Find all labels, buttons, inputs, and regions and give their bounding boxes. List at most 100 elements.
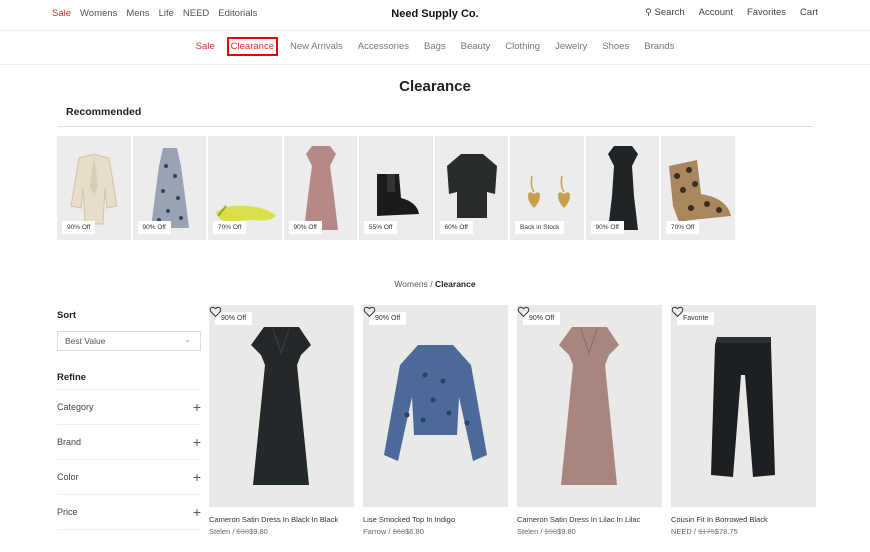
- product-image[interactable]: 90% Off: [517, 305, 662, 507]
- search-icon: ⚲: [645, 7, 652, 17]
- subnav-shoes[interactable]: Shoes: [599, 37, 632, 56]
- sale-price: $9.80: [249, 527, 268, 536]
- recommended-item[interactable]: 90% Off: [585, 136, 659, 240]
- original-price: $98: [544, 527, 558, 536]
- subnav-clothing[interactable]: Clothing: [502, 37, 543, 56]
- discount-badge: 60% Off: [439, 221, 473, 234]
- sort-select[interactable]: Best Value ⌄: [57, 331, 201, 351]
- product-brand: Stelen: [517, 527, 539, 536]
- recommended-item[interactable]: 60% Off: [434, 136, 508, 240]
- header-divider: [0, 30, 870, 31]
- product-grid: 90% Off Cameron Satin Dress In Black In …: [209, 305, 816, 536]
- product-card[interactable]: 90% Off Lise Smocked Top In Indigo Farro…: [363, 305, 508, 536]
- recommended-item[interactable]: Back in Stock: [510, 136, 584, 240]
- sub-nav: Sale Clearance New Arrivals Accessories …: [0, 37, 870, 56]
- product-meta: Stelen / $98$9.80: [517, 527, 576, 536]
- page-title: Clearance: [399, 78, 471, 95]
- breadcrumb-womens[interactable]: Womens: [394, 279, 427, 289]
- filter-sidebar: Sort Best Value ⌄ Refine Category + Brand…: [57, 310, 201, 530]
- search-button[interactable]: ⚲ Search: [645, 7, 684, 18]
- recommended-item[interactable]: 90% Off: [283, 136, 357, 240]
- product-brand: NEED: [671, 527, 692, 536]
- facet-label: Price: [57, 507, 78, 517]
- refine-heading: Refine: [57, 372, 87, 383]
- plus-icon: +: [192, 434, 201, 450]
- breadcrumb-current: Clearance: [434, 279, 476, 289]
- plus-icon: +: [192, 399, 201, 415]
- subnav-brands[interactable]: Brands: [641, 37, 677, 56]
- facet-color[interactable]: Color +: [57, 460, 201, 495]
- nav-womens[interactable]: Womens: [80, 8, 117, 19]
- facet-category[interactable]: Category +: [57, 390, 201, 425]
- heart-icon[interactable]: [517, 305, 530, 318]
- discount-badge: 55% Off: [364, 221, 398, 234]
- product-card[interactable]: 90% Off Cameron Satin Dress In Black In …: [209, 305, 354, 536]
- utility-nav: ⚲ Search Account Favorites Cart: [645, 7, 818, 18]
- nav-sale[interactable]: Sale: [52, 8, 71, 19]
- nav-need[interactable]: NEED: [183, 8, 209, 19]
- sort-value: Best Value: [65, 336, 106, 346]
- original-price: $98: [236, 527, 250, 536]
- recommended-item[interactable]: 70% Off: [208, 136, 282, 240]
- recommended-heading: Recommended: [66, 106, 142, 118]
- original-price: $175: [698, 527, 715, 536]
- breadcrumb: Womens / Clearance: [0, 279, 870, 289]
- heart-icon[interactable]: [671, 305, 684, 318]
- lilac-dress-image: [559, 327, 619, 485]
- discount-badge: 90% Off: [137, 221, 171, 234]
- nav-life[interactable]: Life: [159, 8, 174, 19]
- facet-brand[interactable]: Brand +: [57, 425, 201, 460]
- subnav-jewelry[interactable]: Jewelry: [552, 37, 590, 56]
- discount-badge: 90% Off: [62, 221, 96, 234]
- cart-link[interactable]: Cart: [800, 7, 818, 18]
- product-name[interactable]: Cameron Satin Dress In Lilac In Lilac: [517, 515, 662, 524]
- subnav-accessories[interactable]: Accessories: [355, 37, 412, 56]
- subnav-beauty[interactable]: Beauty: [458, 37, 494, 56]
- product-card[interactable]: Favorite Cousin Fit In Borrowed Black NE…: [671, 305, 816, 536]
- sale-price: $6.80: [405, 527, 424, 536]
- subnav-new-arrivals[interactable]: New Arrivals: [287, 37, 346, 56]
- favorites-link[interactable]: Favorites: [747, 7, 786, 18]
- chevron-down-icon: ⌄: [184, 335, 191, 344]
- discount-badge: 70% Off: [666, 221, 700, 234]
- nav-editorials[interactable]: Editorials: [218, 8, 257, 19]
- product-meta: Farrow / $68$6.80: [363, 527, 424, 536]
- original-price: $68: [392, 527, 406, 536]
- product-brand: Farrow: [363, 527, 387, 536]
- subnav-sale[interactable]: Sale: [193, 37, 218, 56]
- subnav-bags[interactable]: Bags: [421, 37, 449, 56]
- discount-badge: 70% Off: [213, 221, 247, 234]
- facet-list: Category + Brand + Color + Price +: [57, 389, 201, 530]
- top-bar: Sale Womens Mens Life NEED Editorials Ne…: [0, 0, 870, 30]
- product-meta: Stelen / $98$9.80: [209, 527, 268, 536]
- product-name[interactable]: Lise Smocked Top In Indigo: [363, 515, 508, 524]
- search-label: Search: [654, 7, 685, 18]
- main-nav: Sale Womens Mens Life NEED Editorials: [52, 8, 257, 19]
- facet-label: Color: [57, 472, 79, 482]
- product-image[interactable]: 90% Off: [363, 305, 508, 507]
- discount-badge: 90% Off: [288, 221, 322, 234]
- subnav-clearance[interactable]: Clearance: [226, 37, 278, 56]
- product-card[interactable]: 90% Off Cameron Satin Dress In Lilac In …: [517, 305, 662, 536]
- nav-mens[interactable]: Mens: [126, 8, 149, 19]
- recommended-carousel: 90% Off 90% Off 70% Off 90% Off 55% Off …: [57, 136, 735, 240]
- recommended-item[interactable]: 90% Off: [132, 136, 206, 240]
- heart-icon[interactable]: [363, 305, 376, 318]
- product-image[interactable]: Favorite: [671, 305, 816, 507]
- recommended-item[interactable]: 70% Off: [661, 136, 735, 240]
- recommended-divider: [58, 126, 813, 127]
- sort-heading: Sort: [57, 310, 76, 321]
- recommended-item[interactable]: 90% Off: [57, 136, 131, 240]
- recommended-item[interactable]: 55% Off: [359, 136, 433, 240]
- sale-price: $9.80: [557, 527, 576, 536]
- product-name[interactable]: Cameron Satin Dress In Black In Black: [209, 515, 354, 524]
- product-brand: Stelen: [209, 527, 231, 536]
- product-meta: NEED / $175$78.75: [671, 527, 738, 536]
- facet-price[interactable]: Price +: [57, 495, 201, 530]
- heart-icon[interactable]: [209, 305, 222, 318]
- product-name[interactable]: Cousin Fit In Borrowed Black: [671, 515, 816, 524]
- blue-top-image: [384, 345, 487, 461]
- sale-price: $78.75: [714, 527, 738, 536]
- product-image[interactable]: 90% Off: [209, 305, 354, 507]
- account-link[interactable]: Account: [699, 7, 733, 18]
